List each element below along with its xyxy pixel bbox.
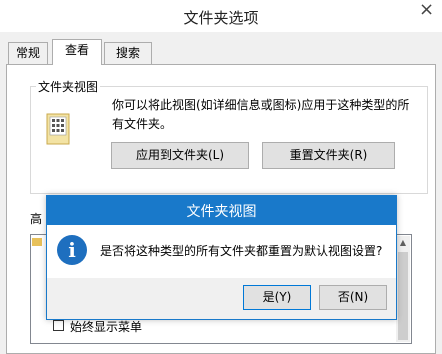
scroll-thumb[interactable]	[398, 252, 408, 340]
description-line-1: 你可以将此视图(如详细信息或图标)应用于这种类型的所	[112, 98, 410, 112]
tree-folder-icon	[32, 238, 42, 246]
tab-search[interactable]: 搜索	[104, 42, 152, 64]
folder-views-legend: 文件夹视图	[36, 78, 101, 95]
dialog-message: 是否将这种类型的所有文件夹都重置为默认视图设置?	[100, 244, 383, 258]
description-line-2: 有文件夹。	[112, 117, 173, 131]
always-show-menu-checkbox[interactable]	[53, 320, 64, 331]
window-title: 文件夹选项	[183, 9, 259, 27]
close-icon[interactable]: ×	[419, 1, 434, 19]
scroll-up-icon[interactable]: ▲	[396, 236, 410, 250]
folder-views-description: 你可以将此视图(如详细信息或图标)应用于这种类型的所 有文件夹。	[112, 96, 412, 134]
tab-general[interactable]: 常规	[8, 42, 48, 64]
apply-to-folders-button[interactable]: 应用到文件夹(L)	[111, 142, 249, 169]
always-show-menu-label: 始终显示菜单	[70, 320, 143, 334]
dialog-title: 文件夹视图	[186, 204, 257, 220]
reset-folders-button[interactable]: 重置文件夹(R)	[262, 142, 395, 169]
yes-button[interactable]: 是(Y)	[243, 285, 311, 310]
folder-view-icon	[46, 113, 70, 145]
no-button[interactable]: 否(N)	[319, 285, 387, 310]
info-icon: i	[57, 235, 87, 265]
advanced-settings-label: 高	[30, 212, 43, 226]
tab-view[interactable]: 查看	[52, 39, 102, 65]
